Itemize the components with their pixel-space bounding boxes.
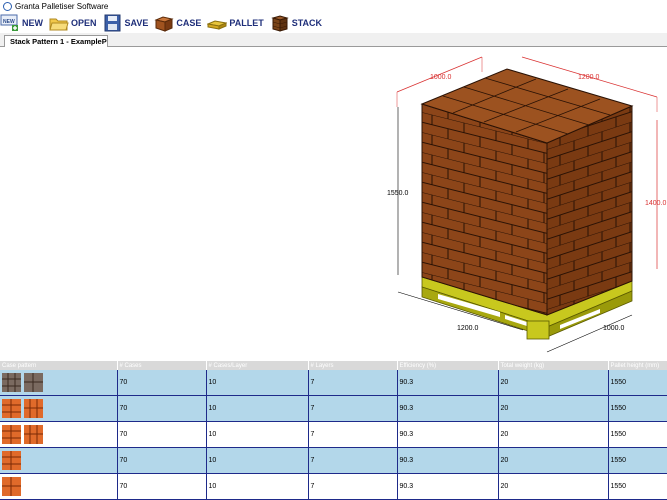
floppy-disk-icon	[104, 14, 121, 31]
open-button[interactable]: OPEN	[49, 12, 97, 33]
col-cases-layer[interactable]: # Cases/Layer	[206, 361, 309, 370]
weight-cell: 20	[498, 473, 609, 500]
col-height[interactable]: Pallet height (mm)	[608, 361, 667, 370]
stack-button[interactable]: STACK	[270, 12, 322, 33]
col-case-pattern[interactable]: Case pattern	[0, 361, 118, 370]
toolbar: NEW NEW OPEN SAVE CASE PALLET STACK	[0, 12, 667, 33]
new-button-label: NEW	[22, 17, 43, 28]
dim-height-right: 1400.0	[645, 200, 667, 207]
dim-top-left: 1000.0	[430, 74, 452, 81]
new-button[interactable]: NEW NEW	[0, 12, 43, 33]
case-pattern-cell	[0, 395, 118, 422]
new-document-icon: NEW	[0, 14, 18, 31]
case-button[interactable]: CASE	[154, 12, 201, 33]
pallet-button[interactable]: PALLET	[207, 12, 264, 33]
table-header: Case pattern # Cases # Cases/Layer # Lay…	[0, 361, 667, 370]
cases-layer-cell: 10	[206, 370, 309, 396]
cases-cell: 70	[117, 473, 207, 500]
dim-top-right: 1200.0	[578, 74, 600, 81]
table-row[interactable]: 70 10 7 90.3 20 1550	[0, 473, 667, 500]
document-tab-bar: Stack Pattern 1 - ExamplePall...	[0, 33, 667, 47]
pattern-thumbnail-icon	[2, 373, 21, 392]
cases-cell: 70	[117, 447, 207, 474]
case-pattern-cell	[0, 447, 118, 474]
height-cell: 1550	[608, 447, 667, 474]
height-cell: 1550	[608, 473, 667, 500]
cases-layer-cell: 10	[206, 395, 309, 422]
case-stack	[420, 68, 634, 316]
tab-stack-pattern-1[interactable]: Stack Pattern 1 - ExamplePall...	[4, 35, 108, 47]
cases-cell: 70	[117, 370, 207, 396]
stack-icon	[270, 14, 289, 32]
cases-layer-cell: 10	[206, 447, 309, 474]
case-pattern-cell	[0, 473, 118, 500]
stack-button-label: STACK	[291, 17, 323, 28]
height-cell: 1550	[608, 421, 667, 448]
pattern-thumbnail-icon	[24, 425, 43, 444]
pallet-stack-render: 1000.0 1200.0 1550.0 1400.0 1200.0 1000.…	[387, 56, 667, 353]
pallet-button-label: PALLET	[229, 17, 264, 28]
open-folder-icon	[49, 18, 69, 30]
height-cell: 1550	[608, 370, 667, 396]
pattern-thumbnail-icon	[2, 477, 21, 496]
table-row[interactable]: 70 10 7 90.3 20 1550	[0, 370, 667, 396]
cases-cell: 70	[117, 421, 207, 448]
col-cases[interactable]: # Cases	[117, 361, 207, 370]
stack-pattern-table: Case pattern # Cases # Cases/Layer # Lay…	[0, 361, 667, 500]
efficiency-cell: 90.3	[397, 447, 499, 474]
table-row[interactable]: 70 10 7 90.3 20 1550	[0, 447, 667, 474]
layers-cell: 7	[308, 395, 398, 422]
case-pattern-cell	[0, 370, 118, 396]
efficiency-cell: 90.3	[397, 421, 499, 448]
pattern-thumbnail-icon	[2, 399, 21, 418]
layers-cell: 7	[308, 447, 398, 474]
efficiency-cell: 90.3	[397, 473, 499, 500]
open-button-label: OPEN	[71, 17, 97, 28]
cases-cell: 70	[117, 395, 207, 422]
pattern-thumbnail-icon	[2, 451, 21, 470]
cases-layer-cell: 10	[206, 473, 309, 500]
app-logo-icon	[3, 1, 12, 11]
weight-cell: 20	[498, 447, 609, 474]
efficiency-cell: 90.3	[397, 370, 499, 396]
weight-cell: 20	[498, 395, 609, 422]
weight-cell: 20	[498, 370, 609, 396]
cases-layer-cell: 10	[206, 421, 309, 448]
window-title: Granta Palletiser Software	[15, 1, 109, 11]
col-weight[interactable]: Total weight (kg)	[498, 361, 609, 370]
col-layers[interactable]: # Layers	[308, 361, 398, 370]
save-button[interactable]: SAVE	[103, 12, 149, 33]
pattern-thumbnail-icon	[24, 399, 43, 418]
dim-bottom-right: 1000.0	[603, 325, 625, 332]
pallet-icon	[207, 19, 228, 30]
3d-viewport[interactable]: 1000.0 1200.0 1550.0 1400.0 1200.0 1000.…	[0, 47, 667, 360]
height-cell: 1550	[608, 395, 667, 422]
layers-cell: 7	[308, 473, 398, 500]
efficiency-cell: 90.3	[397, 395, 499, 422]
layers-cell: 7	[308, 421, 398, 448]
case-button-label: CASE	[176, 17, 202, 28]
svg-text:NEW: NEW	[3, 19, 15, 25]
pattern-thumbnail-icon	[2, 425, 21, 444]
case-box-icon	[154, 15, 174, 32]
table-row[interactable]: 70 10 7 90.3 20 1550	[0, 395, 667, 422]
table-row[interactable]: 70 10 7 90.3 20 1550	[0, 421, 667, 448]
title-bar: Granta Palletiser Software	[0, 0, 667, 12]
dim-bottom-left: 1200.0	[457, 325, 479, 332]
col-efficiency[interactable]: Efficiency (%)	[397, 361, 499, 370]
case-pattern-cell	[0, 421, 118, 448]
pattern-thumbnail-icon	[24, 373, 43, 392]
weight-cell: 20	[498, 421, 609, 448]
save-button-label: SAVE	[124, 17, 149, 28]
dim-height-left: 1550.0	[387, 190, 409, 197]
layers-cell: 7	[308, 370, 398, 396]
